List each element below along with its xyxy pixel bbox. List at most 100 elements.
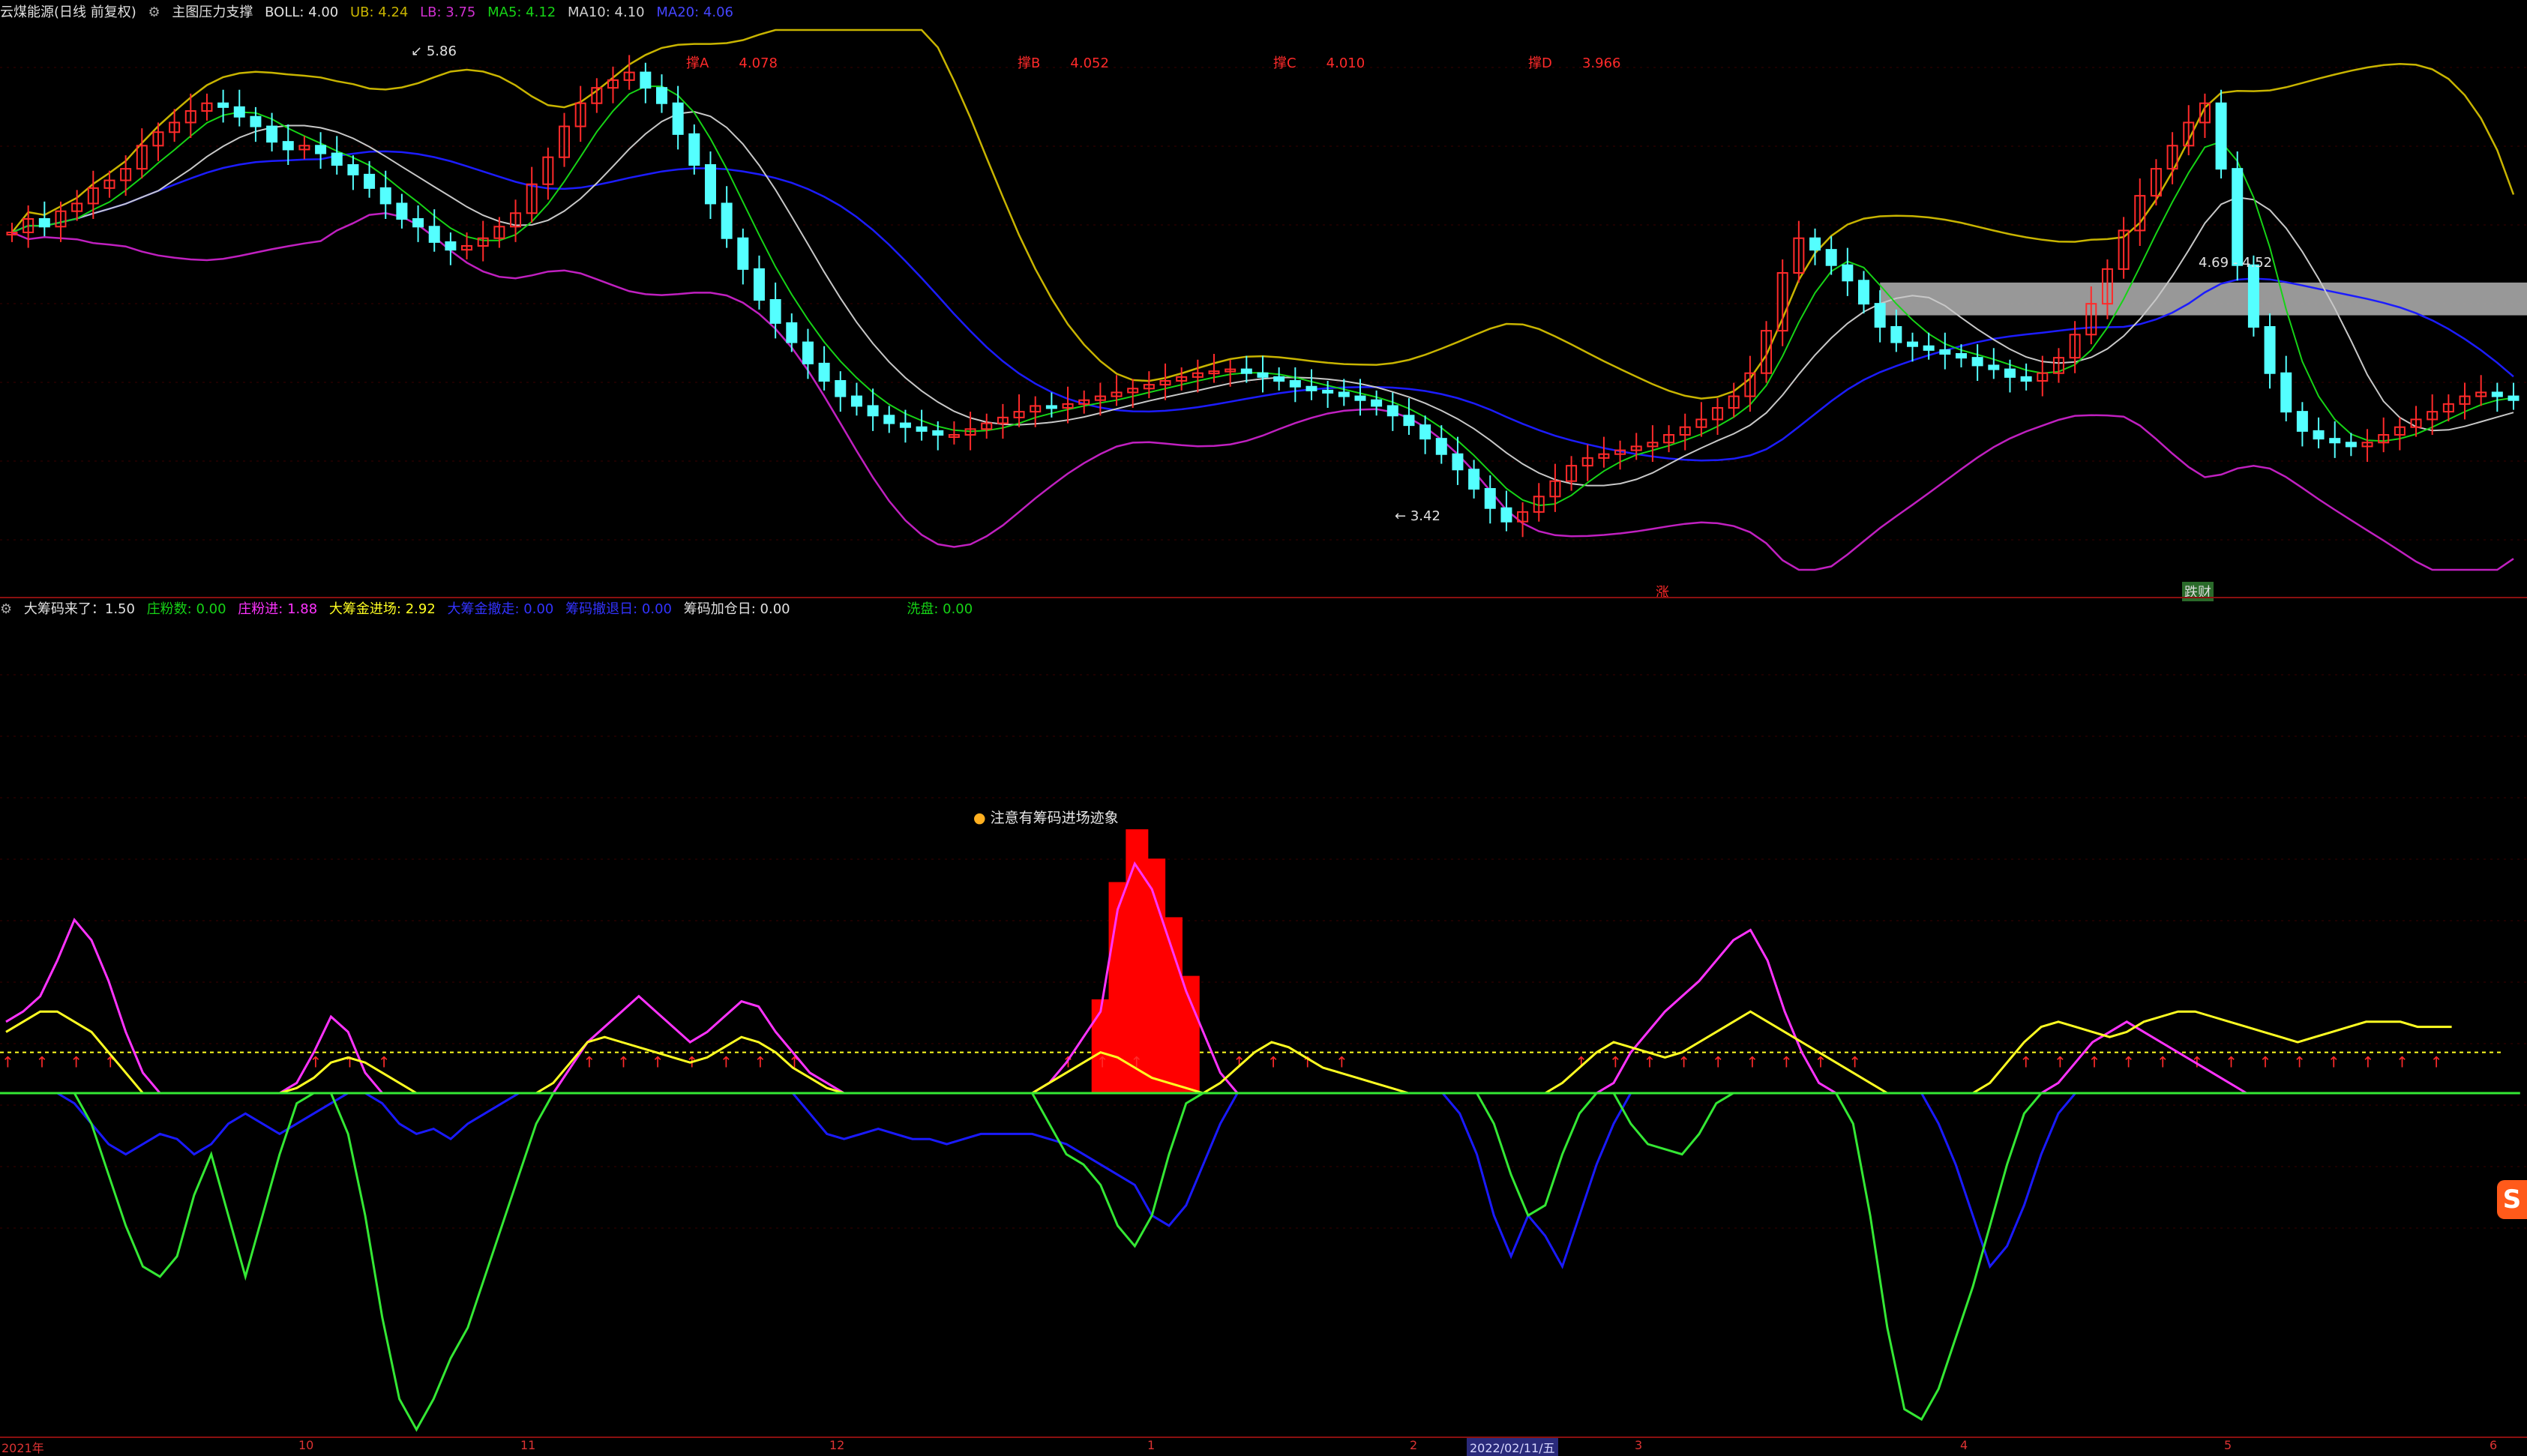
- low-price-label: ← 3.42: [1395, 508, 1440, 524]
- buy-arrow-icon: ↑: [2054, 1053, 2067, 1071]
- x-axis-label: 4: [1960, 1438, 1968, 1452]
- buy-arrow-icon: ↑: [1677, 1053, 1690, 1071]
- main-price-chart[interactable]: [0, 0, 2527, 600]
- candle-body: [1468, 469, 1480, 490]
- settings-icon[interactable]: ⚙: [148, 4, 160, 20]
- candle-body: [1305, 385, 1317, 391]
- support-tag-b: 撑B 4.052: [1018, 55, 1109, 71]
- buy-arrow-icon: ↑: [1780, 1053, 1793, 1071]
- candle-body: [379, 187, 391, 205]
- buy-arrow-icon: ↑: [2328, 1053, 2340, 1071]
- candle-body: [396, 202, 408, 220]
- x-axis-label: 11: [520, 1438, 536, 1452]
- candle-body: [850, 395, 862, 407]
- candle-body: [672, 102, 684, 135]
- candle-body: [2280, 372, 2292, 413]
- candle-body: [1354, 395, 1366, 401]
- support-tag-d: 撑D 3.966: [1528, 55, 1621, 71]
- buy-arrow-icon: ↑: [2396, 1053, 2409, 1071]
- candle-body: [1322, 389, 1334, 394]
- candle-body: [1825, 249, 1837, 266]
- candle-body: [2264, 326, 2276, 374]
- candle-body: [2329, 438, 2341, 444]
- settings-icon[interactable]: ⚙: [0, 601, 12, 617]
- buy-arrow-icon: ↑: [2088, 1053, 2101, 1071]
- buy-arrow-icon: ↑: [1, 1053, 14, 1071]
- lb-value: LB: 3.75: [420, 4, 476, 20]
- ma10-value: MA10: 4.10: [568, 4, 645, 20]
- candle-body: [1419, 424, 1431, 440]
- candle-body: [1500, 507, 1512, 523]
- candle-body: [835, 380, 847, 397]
- candle-body: [233, 106, 245, 118]
- candle-body: [2296, 411, 2308, 432]
- resistance-zone-label: 4.69 - 4.52: [2199, 255, 2273, 271]
- chip-exit-value: 筹码撤退日: 0.00: [565, 601, 672, 617]
- warning-icon: ●: [973, 810, 986, 826]
- boll-value: BOLL: 4.00: [265, 4, 339, 20]
- ub-value: UB: 4.24: [349, 4, 409, 20]
- candle-body: [818, 362, 830, 382]
- big-out-line: [6, 1092, 2367, 1269]
- candle-body: [1809, 237, 1821, 251]
- axis-separator: [0, 1437, 2527, 1438]
- candle-body: [737, 237, 749, 270]
- buy-arrow-icon: ↑: [1746, 1053, 1758, 1071]
- buy-arrow-icon: ↑: [2293, 1053, 2306, 1071]
- candle-body: [217, 102, 229, 108]
- candle-body: [38, 218, 50, 228]
- candle-body: [704, 164, 716, 205]
- candle-body: [1858, 280, 1870, 305]
- buy-arrow-icon: ↑: [754, 1053, 767, 1071]
- watermark-logo: S: [2497, 1180, 2527, 1219]
- candle-body: [364, 173, 376, 189]
- buy-arrow-icon: ↑: [1644, 1053, 1656, 1071]
- buy-arrow-icon: ↑: [2122, 1053, 2135, 1071]
- big-in-value: 大筹金进场: 2.92: [328, 601, 436, 617]
- candle-body: [2508, 395, 2520, 401]
- x-axis-label: 5: [2224, 1438, 2232, 1452]
- candle-body: [428, 226, 440, 243]
- candle-body: [1955, 353, 1967, 359]
- main-chart-header: 云煤能源(日线 前复权) ⚙ 主图压力支撑 BOLL: 4.00 UB: 4.2…: [0, 1, 741, 24]
- candle-body: [932, 430, 944, 436]
- buy-arrow-icon: ↑: [2225, 1053, 2238, 1071]
- support-tag-c: 撑C 4.010: [1273, 55, 1365, 71]
- candle-body: [1371, 399, 1383, 407]
- stock-chart-window[interactable]: ↑ ↑ ↑ ↑ ↑ ↑ ↑ ↑ ↑ ↑ ↑ ↑ ↑ ↑ ↑ ↑ ↑ ↑ ↑ ↑ ↑ ↑ ↑ ↑ ↑ ↑ ↑ ↑ ↑ ↑ ↑ ↑ ↑ ↑ ↑ ↑ ↑ ↑ ↑ ↑…: [0, 0, 2527, 1456]
- stock-title: 云煤能源(日线 前复权): [0, 4, 136, 20]
- buy-arrow-icon: ↑: [2430, 1053, 2443, 1071]
- candle-body: [802, 341, 814, 364]
- candle-body: [916, 426, 928, 432]
- indicator-name[interactable]: 主图压力支撑: [172, 4, 253, 20]
- candle-body: [2004, 368, 2016, 378]
- buy-arrow-icon: ↑: [70, 1053, 82, 1071]
- candle-body: [867, 405, 879, 417]
- rise-signal-marker: 涨: [1656, 585, 1669, 601]
- candle-body: [1240, 368, 1252, 374]
- chip-add-value: 筹码加仓日: 0.00: [683, 601, 790, 617]
- candle-body: [315, 145, 327, 154]
- high-price-label: ↙ 5.86: [411, 43, 457, 59]
- candle-body: [1923, 345, 1935, 351]
- buy-arrow-icon: ↑: [652, 1053, 664, 1071]
- candle-body: [282, 141, 294, 151]
- candle-body: [2232, 168, 2244, 266]
- buy-arrow-icon: ↑: [583, 1053, 595, 1071]
- candle-body: [640, 71, 652, 89]
- wash-value: 洗盘: 0.00: [907, 601, 973, 617]
- candle-body: [1452, 453, 1464, 471]
- chip-indicator-chart[interactable]: ↑ ↑ ↑ ↑ ↑ ↑ ↑ ↑ ↑ ↑ ↑ ↑ ↑ ↑ ↑ ↑ ↑ ↑ ↑ ↑ ↑ ↑ ↑ ↑ ↑ ↑ ↑ ↑ ↑ ↑ ↑ ↑ ↑ ↑ ↑ ↑ ↑ ↑ ↑ ↑…: [0, 600, 2527, 1440]
- candle-body: [1338, 391, 1350, 397]
- candle-body: [1988, 364, 2000, 370]
- candle-body: [721, 202, 733, 239]
- buy-arrow-icon: ↑: [378, 1053, 391, 1071]
- zhuang-count-value: 庄粉数: 0.00: [146, 601, 226, 617]
- buy-arrow-icon: ↑: [1335, 1053, 1348, 1071]
- candle-body: [1257, 372, 1269, 378]
- candle-body: [445, 241, 457, 251]
- buy-arrow-icon: ↑: [36, 1053, 49, 1071]
- candle-body: [2020, 376, 2032, 382]
- resistance-zone-band: [1880, 282, 2527, 316]
- candle-body: [1906, 341, 1918, 347]
